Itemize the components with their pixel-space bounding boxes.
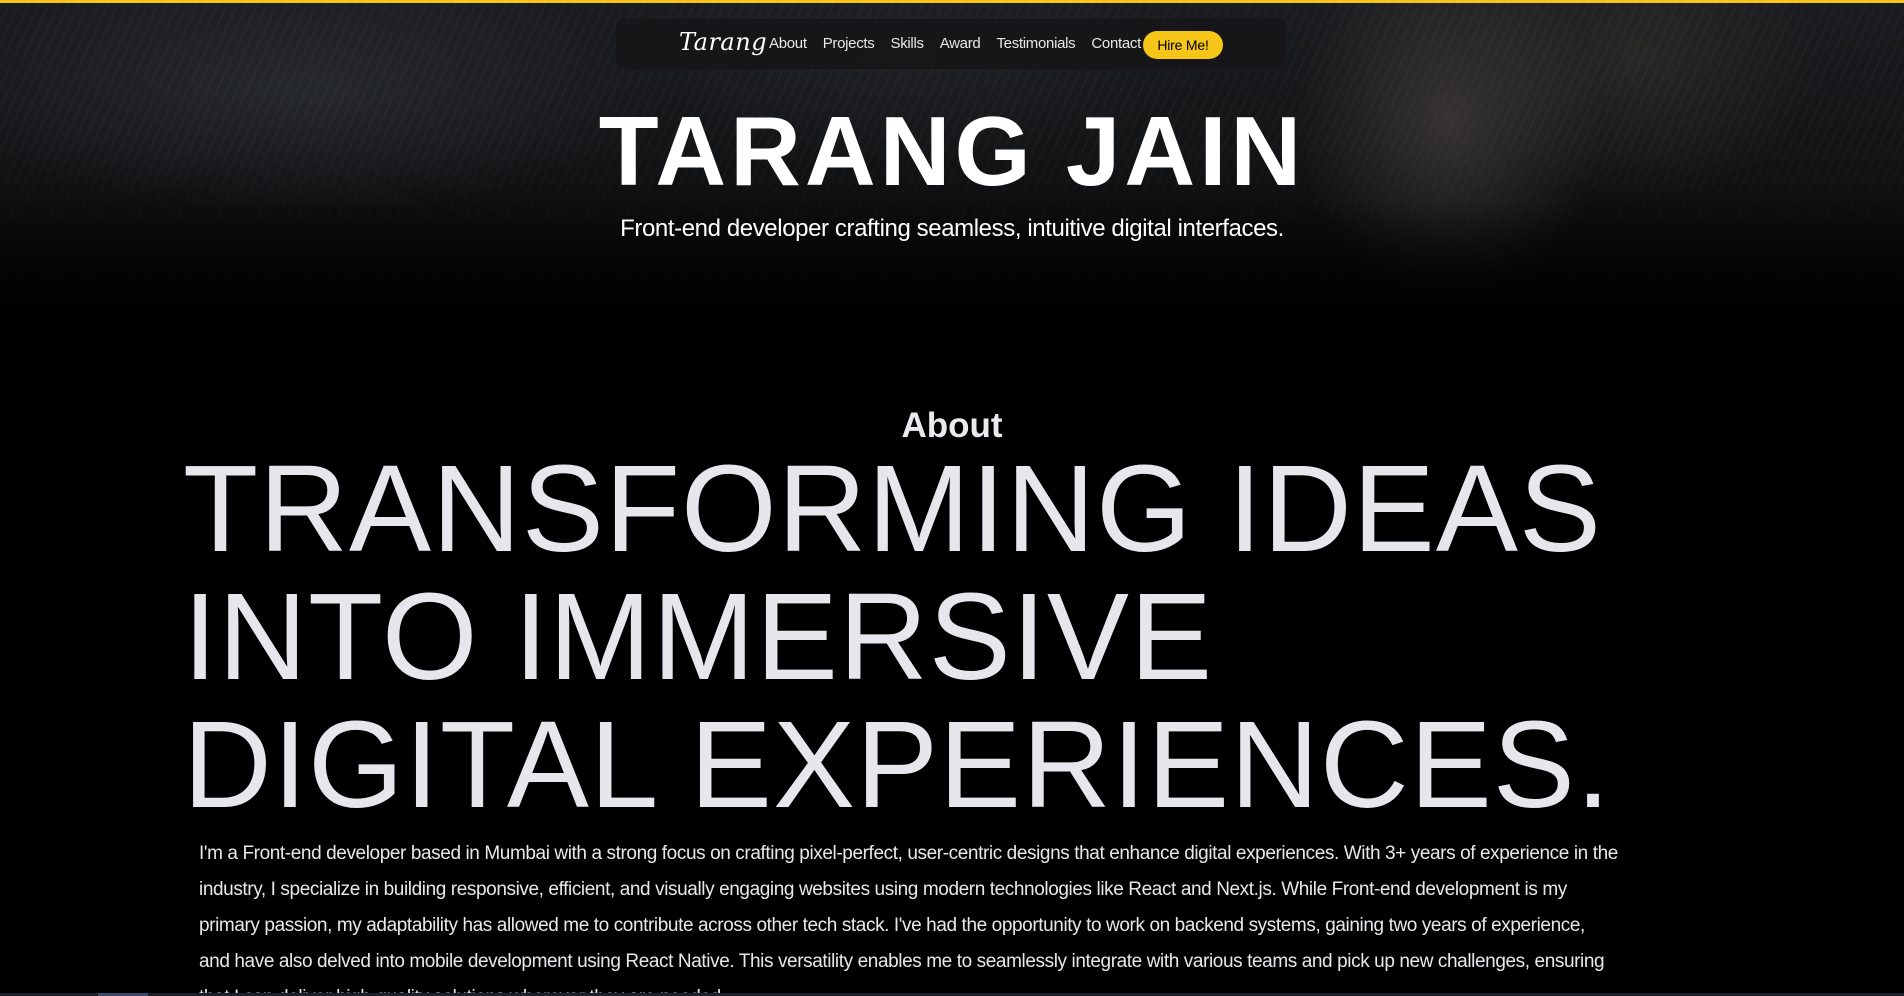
nav-link-projects[interactable]: Projects — [823, 35, 875, 52]
about-headline-line-3: DIGITAL EXPERIENCES. — [183, 697, 1612, 834]
nav-link-award[interactable]: Award — [940, 35, 981, 52]
top-accent-bar — [0, 0, 1904, 3]
nav-links: About Projects Skills Award Testimonials… — [769, 35, 1141, 52]
logo[interactable]: Tarang — [679, 28, 767, 56]
navbar: Tarang About Projects Skills Award Testi… — [616, 19, 1286, 69]
about-heading: About — [901, 406, 1003, 445]
nav-link-testimonials[interactable]: Testimonials — [996, 35, 1075, 52]
about-body-text: I'm a Front-end developer based in Mumba… — [199, 843, 1618, 996]
nav-link-skills[interactable]: Skills — [891, 35, 925, 52]
hero-name: TARANG JAIN — [598, 96, 1306, 206]
hero-tagline: Front-end developer crafting seamless, i… — [620, 215, 1284, 242]
about-headline: TRANSFORMING IDEAS INTO IMMERSIVE DIGITA… — [183, 446, 1783, 830]
nav-link-about[interactable]: About — [769, 35, 807, 52]
nav-link-contact[interactable]: Contact — [1091, 35, 1141, 52]
about-headline-line-1: TRANSFORMING IDEAS — [183, 441, 1602, 578]
hire-me-button[interactable]: Hire Me! — [1143, 31, 1223, 59]
about-headline-line-2: INTO IMMERSIVE — [183, 569, 1214, 706]
portfolio-page: Tarang About Projects Skills Award Testi… — [0, 0, 1904, 996]
